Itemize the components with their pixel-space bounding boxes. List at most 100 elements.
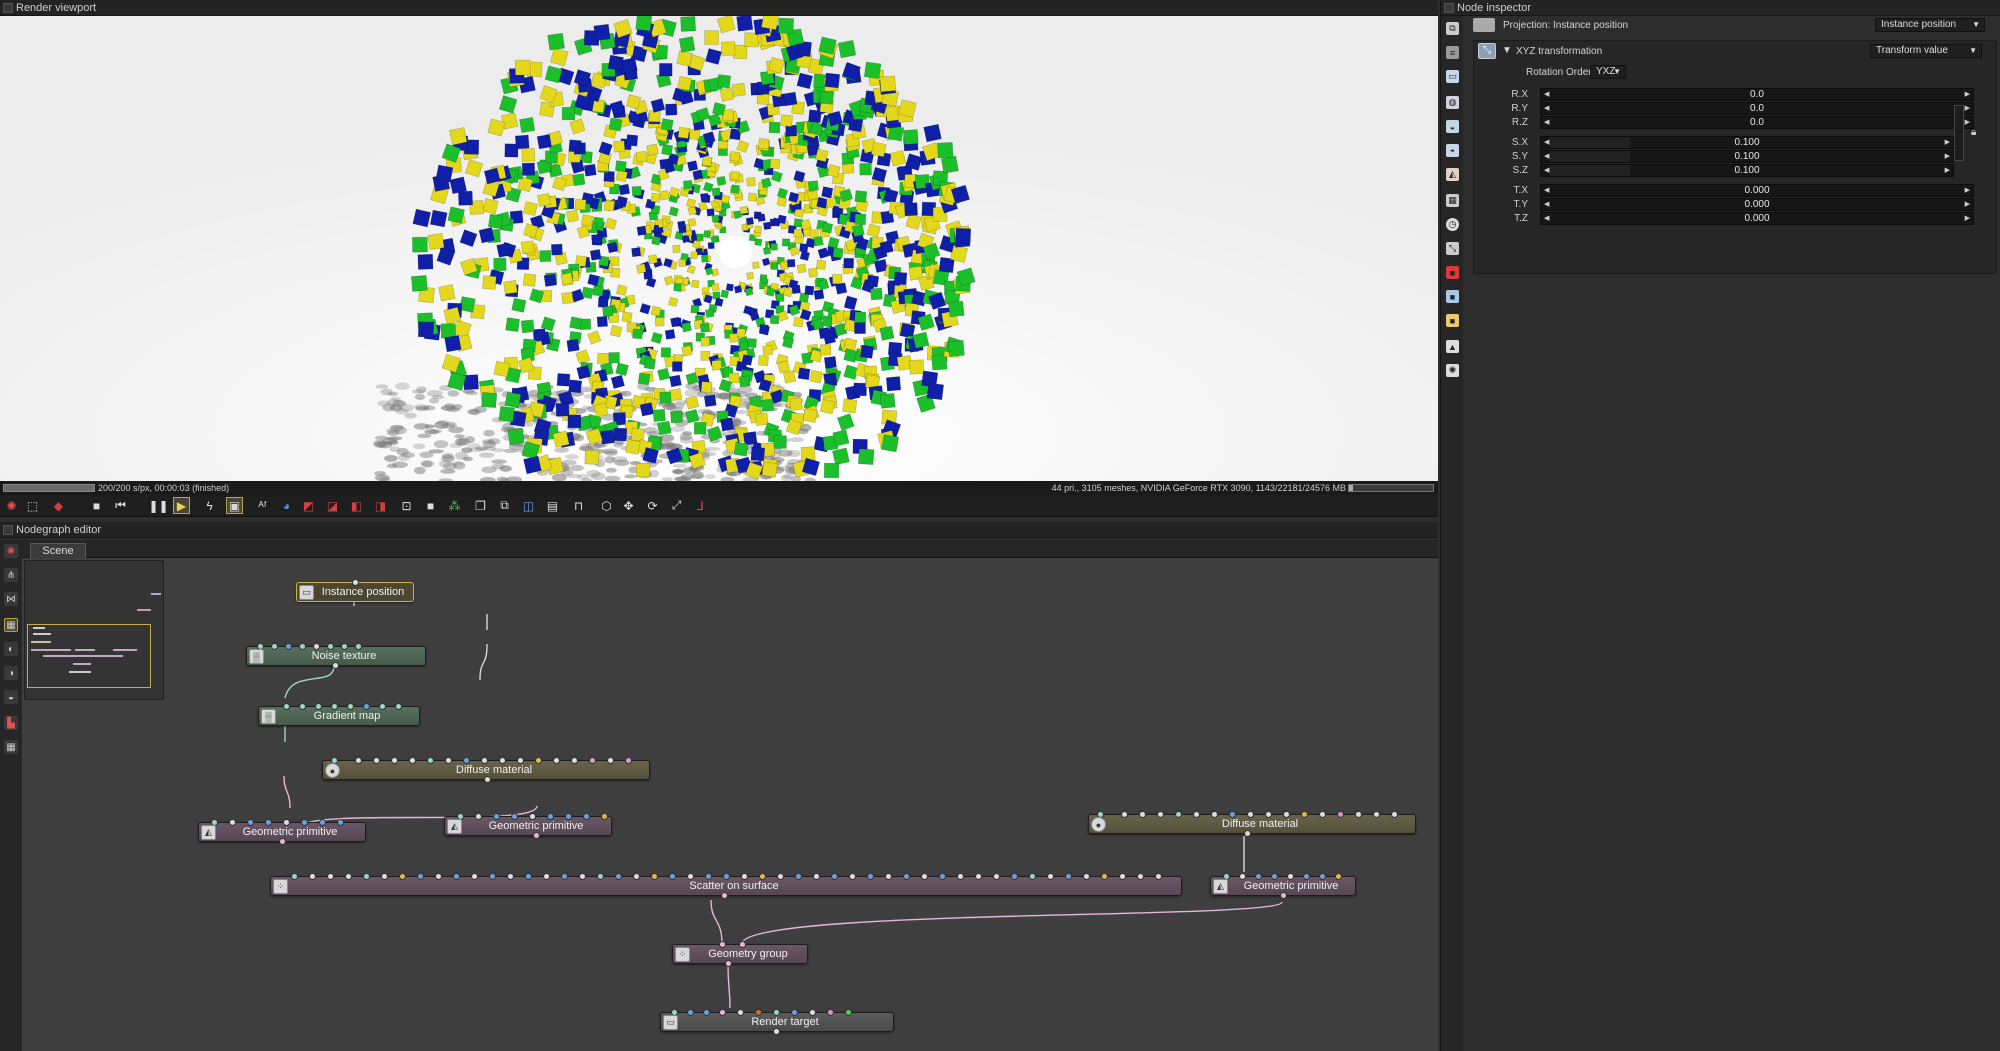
cube-color-icon[interactable]: ◆ — [50, 497, 67, 514]
camera-icon[interactable]: ◍ — [1446, 96, 1459, 109]
zoom-icon[interactable]: ⊡ — [398, 497, 415, 514]
node-noise-texture[interactable]: ▒ Noise texture — [246, 643, 426, 669]
param-slider[interactable]: ◀ 0.100 ▶ — [1540, 150, 1954, 163]
increment-arrow-icon[interactable]: ▶ — [1945, 165, 1950, 177]
export-icon[interactable]: ◫ — [520, 497, 537, 514]
move-icon[interactable]: ✥ — [620, 497, 637, 514]
increment-arrow-icon[interactable]: ▶ — [1945, 137, 1950, 149]
param-slider[interactable]: ◀ 0.000 ▶ — [1540, 184, 1974, 197]
decrement-arrow-icon[interactable]: ◀ — [1544, 137, 1549, 149]
increment-arrow-icon[interactable]: ▶ — [1945, 151, 1950, 163]
object-icon[interactable]: ◑ — [4, 666, 18, 680]
node-geometry-group[interactable]: ⁘ Geometry group — [672, 941, 808, 967]
tool-icon-3[interactable]: ◧ — [348, 497, 365, 514]
node-geometric-primitive[interactable]: ◭ Geometric primitive — [444, 813, 612, 839]
pick-icon[interactable]: ⁂ — [446, 497, 463, 514]
image-icon[interactable]: ▭ — [1446, 70, 1459, 83]
blue-cube-icon[interactable]: ■ — [1446, 290, 1459, 303]
light-icon[interactable]: ✺ — [1446, 364, 1459, 377]
cube — [853, 382, 867, 397]
increment-arrow-icon[interactable]: ▶ — [1965, 103, 1970, 115]
lock-icon[interactable]: 🔒︎ — [1971, 127, 1976, 138]
node-gradient-map[interactable]: ▒ Gradient map — [258, 703, 420, 726]
increment-arrow-icon[interactable]: ▶ — [1965, 117, 1970, 129]
monitor-icon[interactable]: ▣ — [226, 497, 243, 514]
decrement-arrow-icon[interactable]: ◀ — [1544, 151, 1549, 163]
square-icon[interactable]: ■ — [422, 497, 439, 514]
increment-arrow-icon[interactable]: ▶ — [1965, 89, 1970, 101]
restart-button[interactable]: ⏮ — [112, 497, 129, 514]
play-button[interactable]: ▶ — [173, 497, 190, 514]
decrement-arrow-icon[interactable]: ◀ — [1544, 165, 1549, 177]
list-icon[interactable]: ≡ — [1446, 46, 1459, 59]
node-diffuse-material[interactable]: ● Diffuse material — [322, 757, 650, 783]
tool-icon-4[interactable]: ◨ — [372, 497, 389, 514]
transform-icon[interactable]: ⤡ — [1446, 242, 1459, 255]
param-slider[interactable]: ◀ 0.0 ▶ — [1540, 102, 1974, 115]
settings-icon[interactable]: ✺ — [4, 544, 18, 558]
texture-icon[interactable]: ◒ — [4, 690, 18, 704]
hierarchy-icon[interactable]: ⋈ — [4, 592, 18, 606]
stop-button[interactable]: ■ — [88, 497, 105, 514]
lock-icon[interactable]: ⊓ — [570, 497, 587, 514]
nodegraph-canvas[interactable]: ▭ Instance position ▒ Noise texture ▒ Gr… — [22, 558, 1438, 1051]
axes-icon[interactable]: ⅃ — [692, 497, 709, 514]
picture-icon[interactable]: ▲ — [1446, 340, 1459, 353]
render-settings-icon[interactable]: ✺ — [3, 497, 20, 514]
pause-button[interactable]: ❚❚ — [148, 497, 168, 514]
region-icon[interactable]: ⬚ — [24, 497, 41, 514]
tool-icon-1[interactable]: ◩ — [300, 497, 317, 514]
param-slider[interactable]: ◀ 0.100 ▶ — [1540, 164, 1954, 177]
environment-icon[interactable]: ◒ — [1446, 120, 1459, 133]
box-icon[interactable]: ⬡ — [598, 497, 615, 514]
tree-icon[interactable]: ⋔ — [4, 568, 18, 582]
tool-icon-2[interactable]: ◪ — [324, 497, 341, 514]
param-slider[interactable]: ◀ 0.000 ▶ — [1540, 198, 1974, 211]
sphere-icon[interactable]: ◕ — [278, 497, 295, 514]
lightning-icon[interactable]: ϟ — [201, 497, 218, 514]
decrement-arrow-icon[interactable]: ◀ — [1544, 117, 1549, 129]
transform-dropdown[interactable]: Transform value ▼ — [1870, 44, 1982, 58]
node-diffuse-material[interactable]: ● Diffuse material — [1088, 811, 1416, 837]
clock-icon[interactable]: ◷ — [1446, 218, 1459, 231]
node-geometric-primitive[interactable]: ◭ Geometric primitive — [1210, 873, 1356, 899]
material-icon[interactable]: ◐ — [4, 642, 18, 656]
texture-icon[interactable]: ▦ — [1446, 194, 1459, 207]
param-slider[interactable]: ◀ 0.0 ▶ — [1540, 88, 1974, 101]
node-scatter-on-surface[interactable]: ⁘ Scatter on surface — [270, 873, 1182, 899]
increment-arrow-icon[interactable]: ▶ — [1965, 185, 1970, 197]
graph-icon[interactable]: ▦ — [4, 618, 18, 632]
geometry-icon[interactable]: ◓ — [1446, 144, 1459, 157]
material-icon[interactable]: ◭ — [1446, 168, 1459, 181]
tab-scene[interactable]: Scene — [30, 543, 86, 558]
param-slider[interactable]: ◀ 0.000 ▶ — [1540, 212, 1974, 225]
node-instance-position[interactable]: ▭ Instance position — [296, 579, 414, 602]
fit-icon[interactable]: ⤢ — [668, 497, 685, 514]
decrement-arrow-icon[interactable]: ◀ — [1544, 199, 1549, 211]
projection-dropdown[interactable]: Instance position ▼ — [1875, 18, 1985, 32]
layers-icon[interactable]: ⧉ — [496, 497, 513, 514]
orbit-icon[interactable]: ⟳ — [644, 497, 661, 514]
node-geometric-primitive[interactable]: ◭ Geometric primitive — [198, 819, 366, 845]
render-viewport[interactable] — [0, 16, 1438, 481]
collapse-arrow-icon[interactable]: ▼ — [1502, 45, 1512, 56]
param-slider[interactable]: ◀ 0.100 ▶ — [1540, 136, 1954, 149]
cube — [703, 394, 717, 408]
layer-icon[interactable]: ▙ — [4, 716, 18, 730]
film-icon[interactable]: ▤ — [544, 497, 561, 514]
decrement-arrow-icon[interactable]: ◀ — [1544, 185, 1549, 197]
nodes-icon[interactable]: ⧉ — [1446, 22, 1459, 35]
af-icon[interactable]: ᴬᶠ — [254, 497, 271, 514]
grid-icon[interactable]: ▦ — [4, 740, 18, 754]
decrement-arrow-icon[interactable]: ◀ — [1544, 213, 1549, 225]
decrement-arrow-icon[interactable]: ◀ — [1544, 103, 1549, 115]
decrement-arrow-icon[interactable]: ◀ — [1544, 89, 1549, 101]
rotation-order-dropdown[interactable]: YXZ ▼ — [1590, 65, 1626, 79]
red-cube-icon[interactable]: ■ — [1446, 266, 1459, 279]
param-slider[interactable]: ◀ 0.0 ▶ — [1540, 116, 1974, 129]
increment-arrow-icon[interactable]: ▶ — [1965, 213, 1970, 225]
increment-arrow-icon[interactable]: ▶ — [1965, 199, 1970, 211]
copy-icon[interactable]: ❐ — [472, 497, 489, 514]
yellow-cube-icon[interactable]: ■ — [1446, 314, 1459, 327]
node-render-target[interactable]: ▭ Render target — [660, 1009, 894, 1035]
